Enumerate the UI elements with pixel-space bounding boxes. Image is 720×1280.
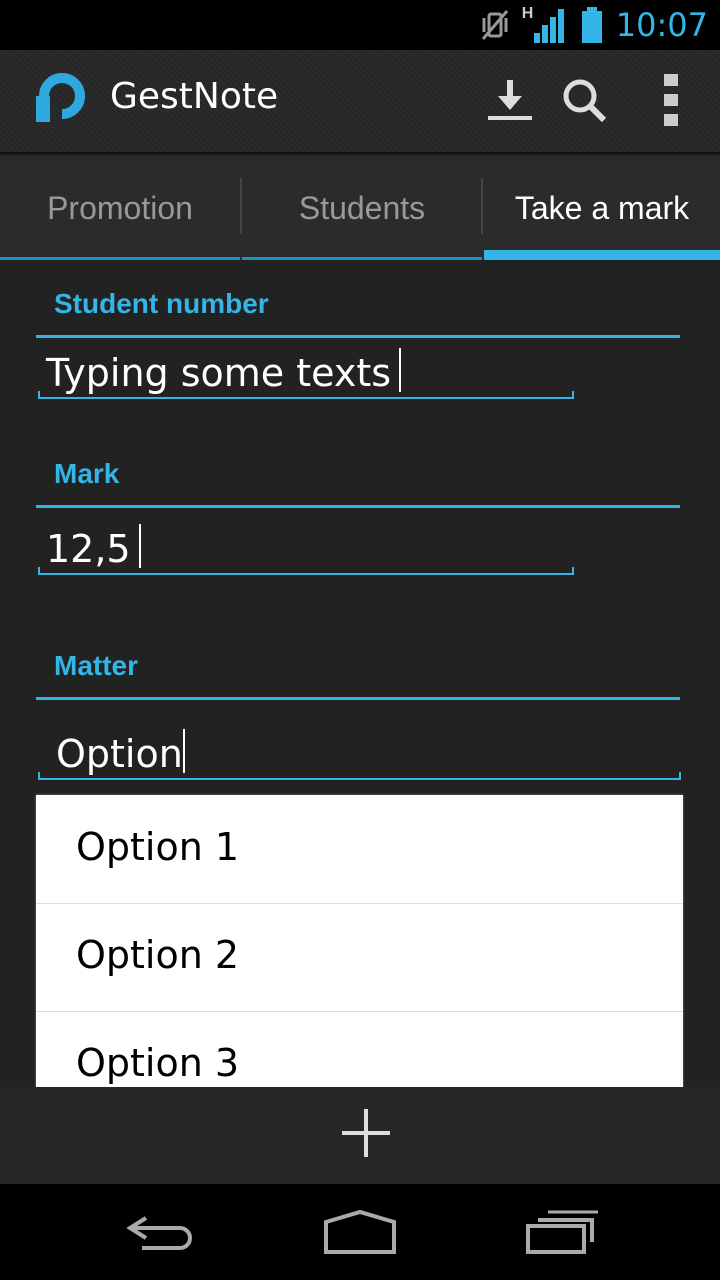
add-icon[interactable] [336, 1103, 396, 1163]
overflow-menu-icon[interactable] [643, 72, 699, 128]
tab-students[interactable]: Students [242, 156, 482, 260]
mark-input[interactable]: 12,5 [38, 524, 574, 575]
recent-apps-icon[interactable] [522, 1208, 602, 1256]
download-icon[interactable] [482, 72, 538, 128]
section-divider [36, 697, 680, 700]
bottom-action-bar [0, 1087, 720, 1184]
dropdown-option-label: Option 2 [76, 933, 240, 977]
home-icon[interactable] [320, 1208, 400, 1256]
dropdown-option-label: Option 1 [76, 825, 240, 869]
vibrate-icon [481, 10, 508, 40]
autocomplete-dropdown: Option 1 Option 2 Option 3 [36, 795, 683, 1087]
dropdown-option-label: Option 3 [76, 1041, 240, 1085]
text-cursor [138, 524, 141, 568]
tab-promotion[interactable]: Promotion [0, 156, 240, 260]
tab-divider [481, 178, 483, 234]
mark-label: Mark [54, 458, 120, 489]
text-cursor [182, 729, 185, 773]
tab-label: Promotion [47, 189, 193, 226]
app-title: GestNote [110, 76, 279, 117]
app-logo-icon[interactable] [32, 66, 92, 126]
student-number-label: Student number [54, 288, 269, 319]
section-divider [36, 335, 680, 338]
matter-input[interactable]: Option [38, 729, 681, 780]
student-number-value: Typing some texts [46, 351, 392, 395]
matter-value: Option [56, 732, 183, 776]
tab-bar: Promotion Students Take a mark [0, 156, 720, 260]
dropdown-option[interactable]: Option 1 [36, 795, 683, 904]
navigation-bar [0, 1184, 720, 1280]
tab-label: Take a mark [514, 189, 690, 226]
status-bar: H 10:07 [0, 0, 720, 50]
text-cursor [399, 348, 402, 392]
signal-icon: H [522, 5, 568, 45]
dropdown-option[interactable]: Option 2 [36, 903, 683, 1012]
matter-label: Matter [54, 650, 139, 681]
status-time: 10:07 [615, 6, 708, 44]
dropdown-option[interactable]: Option 3 [36, 1011, 683, 1087]
back-icon[interactable] [122, 1208, 202, 1256]
battery-icon [581, 7, 602, 43]
section-divider [36, 505, 680, 508]
tab-take-a-mark[interactable]: Take a mark [484, 156, 720, 260]
action-bar: GestNote [0, 50, 720, 154]
mark-value: 12,5 [46, 527, 131, 571]
student-number-input[interactable]: Typing some texts [38, 348, 574, 399]
tab-label: Students [298, 189, 426, 226]
search-icon[interactable] [556, 72, 612, 128]
